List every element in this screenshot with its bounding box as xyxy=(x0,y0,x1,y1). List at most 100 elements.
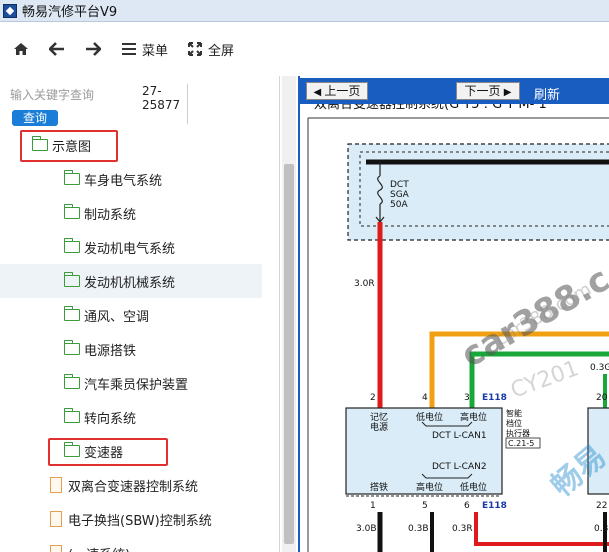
arrow-right-icon: ▶ xyxy=(500,87,512,98)
box-low2: 低电位 xyxy=(460,481,487,493)
tree-item-partial[interactable]: (…速系统) xyxy=(0,536,262,552)
tree-item-label: 电源搭铁 xyxy=(84,343,137,359)
wire-label-b2: 0.3B xyxy=(408,524,429,534)
fuse-sub: SGA xyxy=(390,190,410,200)
tree-item-engine-electrical[interactable]: 发动机电气系统 xyxy=(0,230,262,264)
tree-item-label: 转向系统 xyxy=(84,411,137,427)
pin-6: 6 xyxy=(464,501,470,511)
document-icon xyxy=(50,511,62,527)
folder-icon xyxy=(31,136,48,151)
app-title: 畅易汽修平台V9 xyxy=(22,5,118,20)
arrow-left-icon: ◀ xyxy=(313,87,325,98)
box-high: 高电位 xyxy=(460,411,487,423)
folder-icon xyxy=(63,272,80,287)
can1-label: DCT L-CAN1 xyxy=(432,431,487,441)
wire-label-b3: 0.3R xyxy=(452,524,473,534)
tree-item-transmission[interactable]: 变速器 xyxy=(0,434,262,468)
arrow-left-icon xyxy=(48,40,66,58)
pin-5: 5 xyxy=(422,501,428,511)
tree-item-schematic[interactable]: 示意图 xyxy=(0,128,262,162)
next-page-label: 下一页 xyxy=(464,84,501,98)
side-label-2: 档位 xyxy=(506,418,522,428)
tree-item-label: 通风、空调 xyxy=(84,309,150,325)
sidebar-scrollbar[interactable] xyxy=(282,76,296,552)
folder-icon xyxy=(63,340,80,355)
tree-item-label: 双离合变速器控制系统 xyxy=(68,479,199,495)
scrollbar-thumb[interactable] xyxy=(284,164,294,544)
tree-item-label: 示意图 xyxy=(52,139,92,155)
tree-item-hvac[interactable]: 通风、空调 xyxy=(0,298,262,332)
pin-22: 22 xyxy=(596,501,607,511)
watermark-3: CY201 xyxy=(508,356,583,404)
search-area: 查询 27- 25877 xyxy=(10,84,272,126)
pin-4: 4 xyxy=(422,393,428,403)
next-page-button[interactable]: 下一页 ▶ xyxy=(456,82,520,100)
side-label-1: 智能 xyxy=(506,408,522,418)
document-id: 27- 25877 xyxy=(142,84,188,124)
tree-item-label: 电子换挡(SBW)控制系统 xyxy=(68,513,212,529)
sidebar: 查询 27- 25877 示意图 车身电气系统 制动系统 发动机电气系统 发动机… xyxy=(0,76,280,552)
tree-item-label: 汽车乘员保护装置 xyxy=(84,377,189,393)
title-bar: 畅易汽修平台V9 xyxy=(0,0,609,22)
tree-item-steering[interactable]: 转向系统 xyxy=(0,400,262,434)
toolbar: 菜单 全屏 xyxy=(0,22,609,76)
wire-label-b4: 0.3 xyxy=(594,524,608,534)
box-high2: 高电位 xyxy=(416,481,443,493)
tree-item-power-ground[interactable]: 电源搭铁 xyxy=(0,332,262,366)
wiring-diagram: 双离合变速器控制系统(G T5 : G T M- 1 DCT SGA 50A 3… xyxy=(307,96,609,552)
folder-icon xyxy=(63,374,80,389)
menu-label: 菜单 xyxy=(142,43,169,59)
menu-icon xyxy=(120,40,138,58)
box-ground: 搭铁 xyxy=(370,481,388,493)
tree-item-label: (…速系统) xyxy=(68,544,130,552)
folder-icon xyxy=(63,408,80,423)
tree-item-label: 发动机电气系统 xyxy=(84,241,176,257)
prev-page-button[interactable]: ◀ 上一页 xyxy=(306,82,368,100)
fuse-label: DCT xyxy=(390,180,409,190)
tree-item-label: 制动系统 xyxy=(84,207,137,223)
menu-button[interactable]: 菜单 xyxy=(120,40,168,59)
box-memory-line2: 电源 xyxy=(370,421,388,433)
document-icon xyxy=(50,477,62,493)
fullscreen-label: 全屏 xyxy=(208,43,235,59)
tree-item-occupant-protection[interactable]: 汽车乘员保护装置 xyxy=(0,366,262,400)
forward-button[interactable] xyxy=(84,40,102,58)
pin-1: 1 xyxy=(370,501,376,511)
tree-view: 示意图 车身电气系统 制动系统 发动机电气系统 发动机机械系统 通风、空调 电源… xyxy=(0,128,262,552)
search-input[interactable] xyxy=(10,86,130,104)
can2-label: DCT L-CAN2 xyxy=(432,462,487,472)
box-memory-line1: 记忆 xyxy=(370,411,388,423)
home-button[interactable] xyxy=(12,40,30,58)
folder-icon xyxy=(63,442,80,457)
tree-item-body-electrical[interactable]: 车身电气系统 xyxy=(0,162,262,196)
fuse-amp: 50A xyxy=(390,200,408,210)
refresh-link[interactable]: 刷新 xyxy=(534,84,560,103)
folder-icon xyxy=(63,306,80,321)
tree-item-label: 车身电气系统 xyxy=(84,173,163,189)
fullscreen-button[interactable]: 全屏 xyxy=(186,40,234,59)
pin-20: 20 xyxy=(596,393,608,403)
tree-item-engine-mechanical[interactable]: 发动机机械系统 xyxy=(0,264,262,298)
diagram-viewer: 双离合变速器控制系统(G T5 : G T M- 1 DCT SGA 50A 3… xyxy=(298,76,609,552)
search-button[interactable]: 查询 xyxy=(12,110,58,126)
connector-bottom: E118 xyxy=(482,501,507,511)
folder-icon xyxy=(63,204,80,219)
tree-item-dct-control[interactable]: 双离合变速器控制系统 xyxy=(0,468,262,502)
side-ref: C.21-5 xyxy=(508,439,534,448)
wire-label-left: 3.0R xyxy=(354,279,375,289)
tree-item-label: 变速器 xyxy=(84,445,124,461)
pin-2: 2 xyxy=(370,393,376,403)
tree-item-sbw-control[interactable]: 电子换挡(SBW)控制系统 xyxy=(0,502,262,536)
back-button[interactable] xyxy=(48,40,66,58)
wire-label-right-top: 0.3G xyxy=(590,363,609,373)
arrow-right-icon xyxy=(84,40,102,58)
connector-top: E118 xyxy=(482,393,507,403)
side-label-3: 执行器 xyxy=(506,428,530,438)
document-icon xyxy=(50,545,62,552)
folder-icon xyxy=(63,170,80,185)
fullscreen-icon xyxy=(186,40,204,58)
prev-page-label: 上一页 xyxy=(324,84,361,98)
tree-item-label: 发动机机械系统 xyxy=(84,275,176,291)
wire-label-b1: 3.0B xyxy=(356,524,377,534)
tree-item-brake[interactable]: 制动系统 xyxy=(0,196,262,230)
